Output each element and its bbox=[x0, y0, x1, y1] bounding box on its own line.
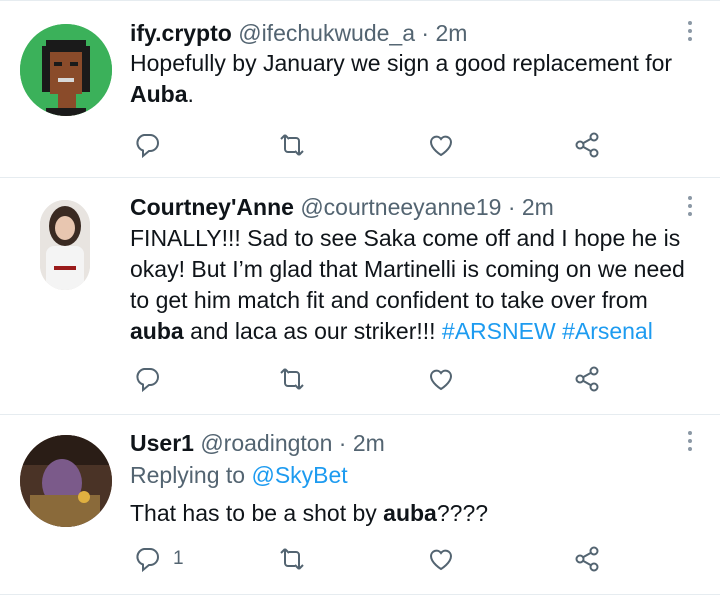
like-button[interactable] bbox=[427, 539, 455, 579]
share-icon bbox=[575, 366, 599, 392]
avatar[interactable] bbox=[20, 435, 112, 527]
avatar[interactable] bbox=[40, 200, 90, 290]
share-icon bbox=[575, 546, 599, 572]
timestamp[interactable]: 2m bbox=[522, 194, 554, 220]
like-button[interactable] bbox=[427, 125, 455, 165]
reply-icon bbox=[136, 368, 159, 393]
tweet[interactable]: User1 @roadington · 2m Replying to @SkyB… bbox=[0, 414, 720, 595]
retweet-icon bbox=[280, 368, 304, 390]
separator: · bbox=[507, 194, 516, 220]
separator: · bbox=[338, 430, 347, 456]
display-name[interactable]: User1 bbox=[130, 430, 194, 456]
tweet[interactable]: Courtney'Anne @courtneeyanne19 · 2m FINA… bbox=[0, 178, 720, 415]
timestamp[interactable]: 2m bbox=[435, 20, 467, 46]
tweet-header: User1 @roadington · 2m bbox=[130, 428, 385, 458]
tweet-feed: ify.crypto @ifechukwude_a · 2m Hopefully… bbox=[0, 0, 720, 599]
retweet-button[interactable] bbox=[278, 539, 306, 579]
user-handle[interactable]: @courtneeyanne19 bbox=[300, 194, 501, 220]
tweet-text: Hopefully by January we sign a good repl… bbox=[130, 50, 673, 107]
heart-icon bbox=[429, 369, 453, 391]
share-button[interactable] bbox=[573, 125, 601, 165]
heart-icon bbox=[429, 135, 453, 157]
retweet-icon bbox=[280, 134, 304, 156]
user-handle[interactable]: @roadington bbox=[200, 430, 332, 456]
reply-icon bbox=[136, 548, 159, 573]
tweet-header: ify.crypto @ifechukwude_a · 2m bbox=[130, 18, 467, 48]
retweet-icon bbox=[280, 548, 304, 570]
mention-link[interactable]: @SkyBet bbox=[251, 462, 347, 488]
reply-count: 1 bbox=[173, 548, 184, 569]
reply-button[interactable] bbox=[133, 125, 173, 165]
heart-icon bbox=[429, 549, 453, 571]
like-button[interactable] bbox=[427, 359, 455, 399]
user-handle[interactable]: @ifechukwude_a bbox=[238, 20, 415, 46]
separator: · bbox=[421, 20, 430, 46]
tweet-actions bbox=[0, 125, 720, 165]
tweet-actions: 1 bbox=[0, 539, 720, 579]
share-button[interactable] bbox=[573, 539, 601, 579]
display-name[interactable]: ify.crypto bbox=[130, 20, 232, 46]
replying-to: Replying to @SkyBet bbox=[130, 462, 348, 488]
tweet-header: Courtney'Anne @courtneeyanne19 · 2m bbox=[130, 192, 554, 222]
tweet-actions bbox=[0, 359, 720, 399]
reply-icon bbox=[136, 134, 159, 159]
share-icon bbox=[575, 132, 599, 158]
retweet-button[interactable] bbox=[278, 359, 306, 399]
timestamp[interactable]: 2m bbox=[353, 430, 385, 456]
hashtag-link[interactable]: #Arsenal bbox=[562, 318, 653, 344]
retweet-button[interactable] bbox=[278, 125, 306, 165]
hashtag-link[interactable]: #ARSNEW bbox=[442, 318, 556, 344]
more-options-icon[interactable] bbox=[686, 196, 694, 220]
reply-button[interactable]: 1 bbox=[133, 539, 184, 579]
tweet-text: FINALLY!!! Sad to see Saka come off and … bbox=[130, 225, 685, 344]
tweet-text: That has to be a shot by auba???? bbox=[130, 500, 489, 526]
more-options-icon[interactable] bbox=[686, 21, 694, 45]
display-name[interactable]: Courtney'Anne bbox=[130, 194, 294, 220]
more-options-icon[interactable] bbox=[686, 431, 694, 455]
avatar[interactable] bbox=[20, 24, 112, 116]
tweet[interactable]: ify.crypto @ifechukwude_a · 2m Hopefully… bbox=[0, 0, 720, 178]
reply-button[interactable] bbox=[133, 359, 173, 399]
share-button[interactable] bbox=[573, 359, 601, 399]
